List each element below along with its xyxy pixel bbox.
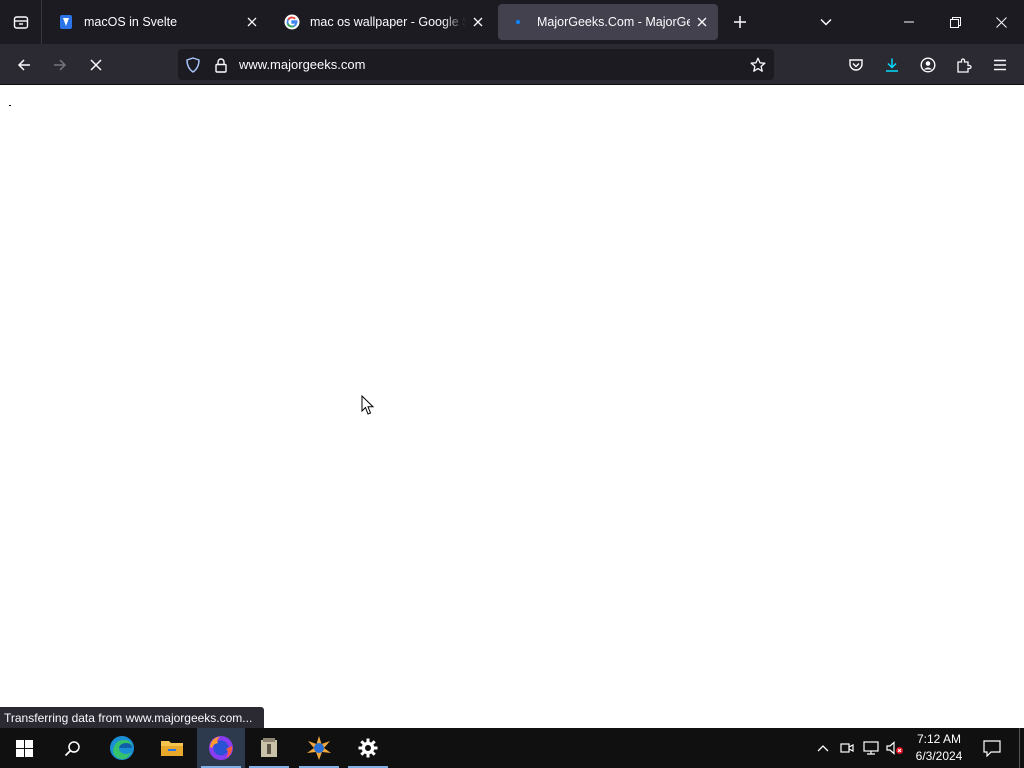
firefox-icon — [209, 736, 233, 760]
arrow-left-icon — [17, 58, 30, 71]
chevron-up-icon — [817, 745, 829, 752]
show-desktop-divider[interactable] — [1019, 728, 1020, 768]
taskbar-tools-app-button[interactable] — [295, 728, 343, 768]
taskbar-clock[interactable]: 7:12 AM 6/3/2024 — [908, 731, 970, 765]
navigation-toolbar: www.majorgeeks.com — [0, 44, 1024, 85]
new-tab-button[interactable] — [726, 8, 754, 36]
firefox-view-icon — [13, 16, 28, 29]
edge-icon — [110, 736, 134, 760]
stop-loading-button[interactable] — [80, 49, 112, 80]
close-icon — [995, 16, 1007, 28]
tools-app-icon — [307, 736, 331, 760]
download-arrow-icon — [886, 58, 898, 72]
close-tab-icon[interactable] — [240, 10, 264, 34]
pocket-icon — [849, 58, 863, 71]
settings-icon — [358, 738, 378, 758]
arrow-right-icon — [54, 58, 67, 71]
network-icon — [863, 741, 879, 755]
plus-icon — [734, 16, 746, 28]
notification-icon — [983, 739, 1001, 757]
close-tab-icon[interactable] — [690, 10, 714, 34]
page-speck — [9, 105, 11, 106]
clock-date: 6/3/2024 — [915, 749, 963, 763]
google-g-icon — [284, 14, 300, 30]
bookmark-star-icon[interactable] — [749, 56, 767, 74]
tab-macos-in-svelte[interactable]: macOS in Svelte — [46, 4, 268, 40]
puzzle-piece-icon — [957, 57, 972, 73]
file-explorer-icon — [161, 741, 183, 756]
tab-title: MajorGeeks.Com - MajorGeeks — [537, 15, 690, 29]
page-content — [0, 85, 1024, 728]
list-all-tabs-button[interactable] — [812, 8, 840, 36]
taskbar-firefox-button[interactable] — [197, 728, 245, 768]
start-icon — [15, 739, 33, 757]
extensions-button[interactable] — [948, 49, 980, 80]
hamburger-menu-icon — [994, 59, 1006, 70]
firefox-view-button[interactable] — [0, 0, 42, 44]
app-menu-button[interactable] — [984, 49, 1016, 80]
back-button[interactable] — [8, 49, 40, 80]
start-button[interactable] — [0, 728, 48, 768]
search-icon — [64, 740, 80, 756]
tab-title: mac os wallpaper - Google Search — [310, 15, 466, 29]
mouse-pointer-icon — [361, 395, 375, 415]
svelte-logo-icon — [58, 14, 74, 30]
url-text[interactable]: www.majorgeeks.com — [239, 57, 365, 72]
pocket-button[interactable] — [840, 49, 872, 80]
archive-app-icon — [261, 738, 277, 757]
tray-volume-button[interactable] — [884, 738, 906, 758]
url-bar[interactable]: www.majorgeeks.com — [178, 49, 774, 80]
tab-title: macOS in Svelte — [84, 15, 178, 29]
restore-button[interactable] — [932, 0, 978, 44]
minimize-button[interactable] — [886, 0, 932, 44]
tab-majorgeeks[interactable]: MajorGeeks.Com - MajorGeeks — [498, 4, 718, 40]
taskbar-archive-app-button[interactable] — [245, 728, 293, 768]
stop-x-icon — [90, 58, 102, 71]
windows-taskbar: 7:12 AM 6/3/2024 — [0, 728, 1024, 768]
loading-dot-icon — [510, 14, 526, 30]
tracking-protection-shield-icon[interactable] — [184, 56, 202, 74]
tray-meet-now-button[interactable] — [837, 738, 857, 758]
tab-google-search[interactable]: mac os wallpaper - Google Search — [272, 4, 494, 40]
restore-icon — [949, 16, 961, 28]
action-center-button[interactable] — [978, 736, 1006, 760]
chevron-down-icon — [820, 18, 832, 26]
status-panel: Transferring data from www.majorgeeks.co… — [0, 707, 264, 729]
close-tab-icon[interactable] — [466, 10, 490, 34]
close-window-button[interactable] — [978, 0, 1024, 44]
taskbar-edge-button[interactable] — [98, 728, 146, 768]
show-hidden-icons-button[interactable] — [812, 738, 834, 758]
account-button[interactable] — [912, 49, 944, 80]
meet-now-icon — [840, 743, 854, 753]
tray-network-button[interactable] — [860, 738, 882, 758]
taskbar-settings-button[interactable] — [344, 728, 392, 768]
taskbar-search-button[interactable] — [48, 728, 96, 768]
forward-button[interactable] — [44, 49, 76, 80]
account-icon — [920, 56, 936, 73]
volume-muted-icon — [886, 741, 903, 755]
minimize-icon — [904, 21, 914, 23]
taskbar-file-explorer-button[interactable] — [148, 728, 196, 768]
clock-time: 7:12 AM — [916, 732, 962, 746]
downloads-button[interactable] — [876, 49, 908, 80]
lock-icon[interactable] — [212, 56, 230, 74]
tab-strip: macOS in Svelte mac os wallpaper - Googl… — [0, 0, 1024, 44]
